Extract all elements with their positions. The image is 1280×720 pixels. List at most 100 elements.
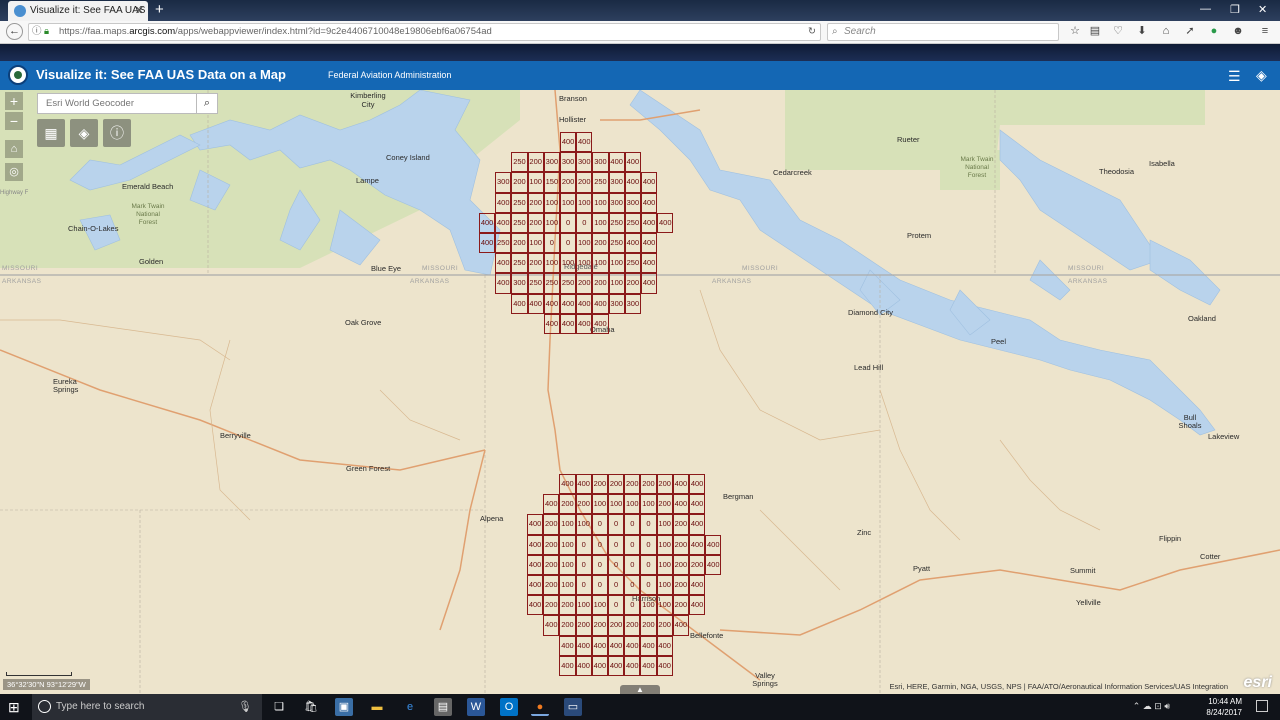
uas-grid-cell[interactable]: 0 bbox=[624, 514, 641, 535]
uas-grid-cell[interactable]: 200 bbox=[656, 474, 673, 495]
uas-grid-cell[interactable]: 400 bbox=[559, 655, 576, 676]
firefox-icon[interactable]: ● bbox=[531, 698, 549, 716]
uas-grid-cell[interactable]: 400 bbox=[705, 534, 722, 555]
uas-grid-cell[interactable]: 400 bbox=[705, 554, 722, 575]
home-extent-icon[interactable]: ⌂ bbox=[5, 140, 23, 158]
uas-grid-cell[interactable]: 400 bbox=[689, 575, 706, 596]
uas-grid-cell[interactable]: 100 bbox=[656, 514, 673, 535]
zoom-out-button[interactable]: − bbox=[5, 112, 23, 130]
uas-grid-cell[interactable]: 200 bbox=[672, 514, 689, 535]
back-button[interactable]: ← bbox=[6, 23, 23, 40]
uas-grid-cell[interactable]: 400 bbox=[672, 615, 689, 636]
outlook-icon[interactable]: O bbox=[500, 698, 518, 716]
uas-grid-cell[interactable]: 100 bbox=[575, 514, 592, 535]
extension-icon[interactable]: ● bbox=[1207, 24, 1221, 38]
search-icon[interactable]: ⌕ bbox=[196, 94, 217, 113]
uas-grid-cell[interactable]: 200 bbox=[689, 554, 706, 575]
uas-grid-cell[interactable]: 0 bbox=[591, 514, 608, 535]
uas-grid-cell[interactable]: 200 bbox=[543, 575, 560, 596]
store-icon[interactable]: 🛍︎ bbox=[302, 698, 320, 716]
uas-grid-cell[interactable]: 0 bbox=[575, 575, 592, 596]
uas-grid-cell[interactable]: 200 bbox=[672, 554, 689, 575]
uas-grid-cell[interactable]: 400 bbox=[689, 534, 706, 555]
uas-grid-cell[interactable]: 0 bbox=[640, 514, 657, 535]
uas-grid-cell[interactable]: 100 bbox=[559, 514, 576, 535]
locate-icon[interactable]: ◎ bbox=[5, 163, 23, 181]
layers-icon[interactable]: ◈ bbox=[1256, 67, 1267, 84]
uas-grid-cell[interactable]: 0 bbox=[608, 514, 625, 535]
uas-grid-cell[interactable]: 0 bbox=[608, 595, 625, 616]
uas-grid-cell[interactable]: 200 bbox=[672, 595, 689, 616]
zoom-in-button[interactable]: + bbox=[5, 92, 23, 110]
uas-grid-cell[interactable]: 400 bbox=[591, 635, 608, 656]
browser-tab[interactable]: Visualize it: See FAA UAS Da ✕ bbox=[8, 1, 148, 21]
uas-grid-cell[interactable]: 100 bbox=[591, 595, 608, 616]
about-info-icon[interactable]: ⓘ bbox=[103, 119, 131, 147]
uas-grid-cell[interactable]: 400 bbox=[672, 474, 689, 495]
uas-grid-cell[interactable]: 200 bbox=[608, 615, 625, 636]
windows-start-icon[interactable]: ⊞ bbox=[8, 699, 20, 716]
uas-grid-cell[interactable]: 100 bbox=[608, 494, 625, 515]
app-subtitle[interactable]: Federal Aviation Administration bbox=[328, 70, 451, 80]
uas-grid-cell[interactable]: 400 bbox=[575, 635, 592, 656]
uas-grid-cell[interactable]: 400 bbox=[656, 635, 673, 656]
url-bar[interactable]: ⓘ 🔒︎ https://faa.maps.arcgis.com/apps/we… bbox=[28, 23, 821, 41]
uas-grid-cell[interactable]: 400 bbox=[608, 655, 625, 676]
uas-grid-cell[interactable]: 200 bbox=[559, 595, 576, 616]
map-view[interactable]: MISSOURI MISSOURI MISSOURI MISSOURI ARKA… bbox=[0, 90, 1280, 694]
uas-grid-cell[interactable]: 400 bbox=[624, 655, 641, 676]
uas-grid-cell[interactable]: 100 bbox=[559, 534, 576, 555]
uas-grid-cell[interactable]: 400 bbox=[689, 474, 706, 495]
app-icon[interactable]: ▭ bbox=[564, 698, 582, 716]
uas-grid-cell[interactable]: 0 bbox=[640, 554, 657, 575]
uas-grid-cell[interactable]: 400 bbox=[527, 514, 544, 535]
notification-icon[interactable] bbox=[1256, 700, 1268, 712]
uas-grid-cell[interactable]: 200 bbox=[624, 474, 641, 495]
uas-grid-cell[interactable]: 0 bbox=[575, 534, 592, 555]
uas-grid-cell[interactable]: 200 bbox=[640, 615, 657, 636]
uas-grid-cell[interactable]: 100 bbox=[559, 554, 576, 575]
uas-grid-cell[interactable]: 200 bbox=[591, 615, 608, 636]
bookmark-star-icon[interactable]: ☆ bbox=[1068, 24, 1082, 38]
uas-grid-cell[interactable]: 200 bbox=[559, 615, 576, 636]
restore-icon[interactable]: ❐ bbox=[1230, 3, 1240, 16]
system-tray-icons[interactable]: ⌃ ☁ ⊡ 🔊︎ bbox=[1133, 701, 1170, 712]
layer-list-icon[interactable]: ◈ bbox=[70, 119, 98, 147]
new-tab-button[interactable]: + bbox=[155, 1, 164, 18]
basemap-gallery-icon[interactable]: ▦ bbox=[37, 119, 65, 147]
uas-grid-cell[interactable]: 0 bbox=[591, 554, 608, 575]
uas-grid-cell[interactable]: 400 bbox=[624, 635, 641, 656]
uas-grid-cell[interactable]: 200 bbox=[543, 514, 560, 535]
home-icon[interactable]: ⌂ bbox=[1159, 24, 1173, 38]
profile-icon[interactable]: ☻ bbox=[1231, 24, 1245, 38]
uas-grid-cell[interactable]: 0 bbox=[640, 575, 657, 596]
uas-grid-cell[interactable]: 0 bbox=[608, 534, 625, 555]
uas-grid-cell[interactable]: 100 bbox=[640, 595, 657, 616]
edge-icon[interactable]: e bbox=[401, 698, 419, 716]
uas-grid-cell[interactable]: 400 bbox=[689, 514, 706, 535]
refresh-icon[interactable]: ↻ bbox=[808, 24, 816, 40]
pocket-icon[interactable]: ♡ bbox=[1111, 24, 1125, 38]
uas-grid-cell[interactable]: 400 bbox=[527, 534, 544, 555]
uas-grid-cell[interactable]: 200 bbox=[559, 494, 576, 515]
uas-grid-cell[interactable]: 200 bbox=[640, 474, 657, 495]
uas-grid-cell[interactable]: 200 bbox=[624, 615, 641, 636]
browser-search-box[interactable]: ⌕ Search bbox=[827, 23, 1059, 41]
uas-grid-cell[interactable]: 0 bbox=[608, 554, 625, 575]
uas-grid-cell[interactable]: 400 bbox=[672, 494, 689, 515]
uas-grid-cell[interactable]: 400 bbox=[608, 635, 625, 656]
menu-icon[interactable]: ≡ bbox=[1258, 24, 1272, 38]
send-icon[interactable]: ➚ bbox=[1183, 24, 1197, 38]
uas-grid-cell[interactable]: 200 bbox=[591, 474, 608, 495]
uas-grid-cell[interactable]: 100 bbox=[575, 595, 592, 616]
uas-grid-cell[interactable]: 0 bbox=[591, 575, 608, 596]
uas-grid-cell[interactable]: 400 bbox=[543, 494, 560, 515]
uas-grid-cell[interactable]: 100 bbox=[559, 575, 576, 596]
clock[interactable]: 10:44 AM 8/24/2017 bbox=[1206, 696, 1242, 718]
uas-grid-cell[interactable]: 200 bbox=[656, 615, 673, 636]
uas-grid-cell[interactable]: 400 bbox=[527, 595, 544, 616]
uas-grid-cell[interactable]: 200 bbox=[608, 474, 625, 495]
uas-grid-cell[interactable]: 100 bbox=[591, 494, 608, 515]
uas-grid-cell[interactable]: 400 bbox=[689, 494, 706, 515]
uas-grid-cell[interactable]: 400 bbox=[640, 635, 657, 656]
